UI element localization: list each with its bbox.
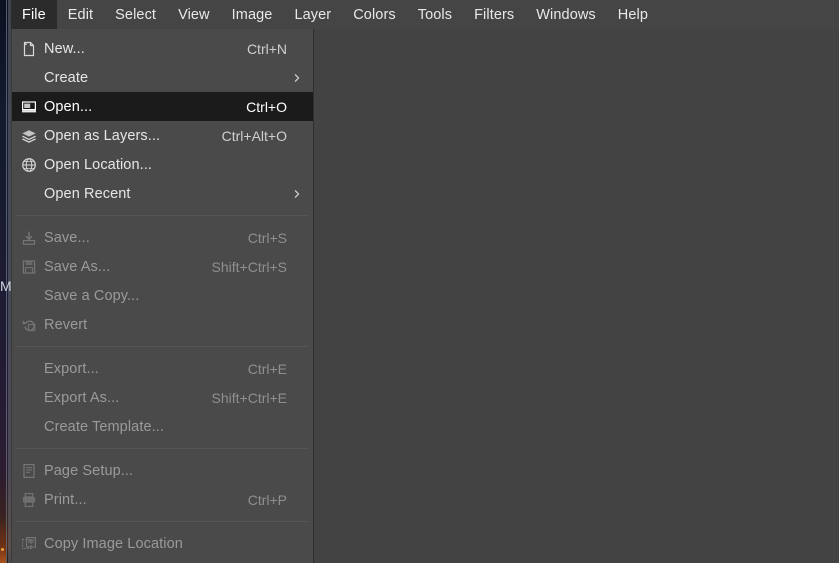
copy-location-icon: [16, 529, 42, 558]
menu-item-shortcut: Ctrl+O: [246, 98, 287, 115]
menu-item-label: Print...: [44, 491, 87, 508]
menu-item-open-recent[interactable]: Open Recent: [12, 179, 313, 208]
menu-item-label: Save...: [44, 229, 90, 246]
menubar-item-edit[interactable]: Edit: [57, 0, 104, 29]
menubar-item-label: Windows: [536, 6, 596, 23]
submenu-chevron-icon: [293, 188, 307, 200]
menu-item-label: Revert: [44, 316, 88, 333]
menubar-item-tools[interactable]: Tools: [407, 0, 463, 29]
menubar-item-label: Image: [231, 6, 273, 23]
menu-item-no-icon: [16, 63, 42, 92]
menubar-item-label: Help: [617, 6, 649, 23]
menubar-item-file[interactable]: File: [11, 0, 57, 29]
menu-item-no-icon: [16, 412, 42, 441]
background-partial-text: M: [0, 278, 11, 294]
menu-item-copy-image-location: Copy Image Location: [12, 529, 313, 558]
save-icon: [16, 223, 42, 252]
menu-item-page-setup: Page Setup...: [12, 456, 313, 485]
menu-item-label: New...: [44, 40, 85, 57]
menu-item-save-a-copy: Save a Copy...: [12, 281, 313, 310]
menubar-item-select[interactable]: Select: [104, 0, 167, 29]
menu-item-shortcut: Ctrl+P: [247, 491, 287, 508]
menubar-item-filters[interactable]: Filters: [463, 0, 525, 29]
menu-item-no-icon: [16, 179, 42, 208]
save-as-icon: [16, 252, 42, 281]
menu-item-label: Page Setup...: [44, 462, 134, 479]
menu-item-export-as: Export As... Shift+Ctrl+E: [12, 383, 313, 412]
menu-item-save: Save... Ctrl+S: [12, 223, 313, 252]
menu-item-label: Export...: [44, 360, 99, 377]
menu-item-shortcut: Shift+Ctrl+S: [211, 258, 287, 275]
menu-item-label: Save a Copy...: [44, 287, 140, 304]
menu-item-label: Open as Layers...: [44, 127, 161, 144]
menubar-item-label: View: [178, 6, 210, 23]
menu-bar: File Edit Select View Image Layer Colors Tools F…: [11, 0, 839, 29]
submenu-chevron-icon: [293, 72, 307, 84]
new-file-icon: [16, 34, 42, 63]
menu-item-label: Copy Image Location: [44, 535, 183, 552]
menu-item-open-as-layers[interactable]: Open as Layers... Ctrl+Alt+O: [12, 121, 313, 150]
menu-item-open-location[interactable]: Open Location...: [12, 150, 313, 179]
menu-separator: [16, 346, 309, 347]
print-icon: [16, 485, 42, 514]
menu-separator: [16, 215, 309, 216]
menubar-item-windows[interactable]: Windows: [525, 0, 607, 29]
menu-item-shortcut: Shift+Ctrl+E: [211, 389, 287, 406]
menu-item-label: Open Location...: [44, 156, 153, 173]
menubar-item-view[interactable]: View: [167, 0, 221, 29]
menu-item-shortcut: Ctrl+N: [246, 40, 287, 57]
menubar-item-colors[interactable]: Colors: [342, 0, 407, 29]
menubar-item-label: Edit: [67, 6, 94, 23]
menubar-item-label: Tools: [417, 6, 453, 23]
menu-item-new[interactable]: New... Ctrl+N: [12, 34, 313, 63]
menu-item-shortcut: Ctrl+S: [247, 229, 287, 246]
open-as-layers-icon: [16, 121, 42, 150]
menubar-item-help[interactable]: Help: [607, 0, 659, 29]
gimp-window: M File Edit Select View Image Layer Colors Tool…: [0, 0, 839, 563]
menu-separator: [16, 448, 309, 449]
menubar-item-label: File: [22, 6, 46, 23]
menu-item-revert: Revert: [12, 310, 313, 339]
revert-icon: [16, 310, 42, 339]
page-setup-icon: [16, 456, 42, 485]
menu-item-no-icon: [16, 281, 42, 310]
menu-item-label: Create Template...: [44, 418, 165, 435]
file-dropdown-menu: New... Ctrl+N Create Open... Ctrl+O Open as L…: [11, 29, 314, 563]
menu-item-no-icon: [16, 354, 42, 383]
globe-icon: [16, 150, 42, 179]
menubar-item-image[interactable]: Image: [221, 0, 284, 29]
menubar-item-label: Filters: [474, 6, 515, 23]
menu-item-shortcut: Ctrl+E: [247, 360, 287, 377]
menu-item-label: Export As...: [44, 389, 120, 406]
menubar-item-label: Colors: [353, 6, 396, 23]
menu-item-label: Open Recent: [44, 185, 131, 202]
menu-item-create-template: Create Template...: [12, 412, 313, 441]
menu-item-open[interactable]: Open... Ctrl+O: [12, 92, 313, 121]
menu-item-label: Save As...: [44, 258, 111, 275]
menu-item-label: Open...: [44, 98, 93, 115]
menu-item-save-as: Save As... Shift+Ctrl+S: [12, 252, 313, 281]
wallpaper-glow: [0, 517, 6, 563]
wallpaper-spark: [1, 548, 4, 551]
menu-item-shortcut: Ctrl+Alt+O: [221, 127, 287, 144]
menu-separator: [16, 521, 309, 522]
menu-item-no-icon: [16, 383, 42, 412]
menu-item-create[interactable]: Create: [12, 63, 313, 92]
menubar-item-label: Select: [115, 6, 157, 23]
menubar-item-layer[interactable]: Layer: [283, 0, 342, 29]
menu-item-export: Export... Ctrl+E: [12, 354, 313, 383]
open-file-icon: [16, 92, 42, 121]
menu-item-label: Create: [44, 69, 89, 86]
menu-item-print: Print... Ctrl+P: [12, 485, 313, 514]
menubar-item-label: Layer: [294, 6, 332, 23]
